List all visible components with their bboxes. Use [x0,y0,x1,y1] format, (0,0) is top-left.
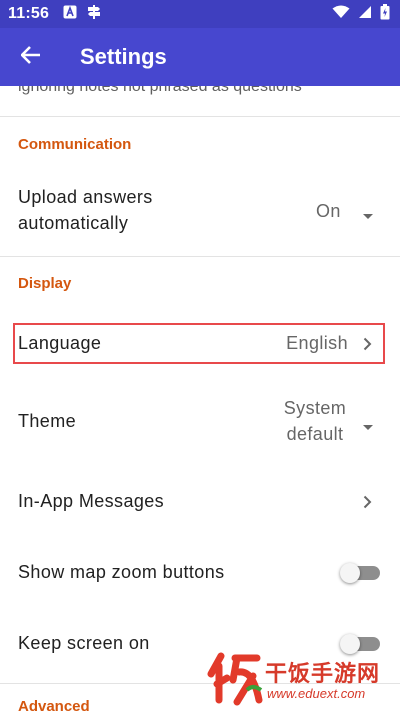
keep-screen-on-title: Keep screen on [18,633,150,653]
watermark-url: www.eduext.com [267,686,366,701]
in-app-messages-title: In-App Messages [18,491,165,511]
chevron-right-icon [363,495,372,514]
back-button[interactable] [2,28,60,86]
theme-value: System default [283,398,347,444]
highlight-box [13,323,385,364]
upload-answers-title: Upload answers automatically [18,187,153,233]
signpost-icon [87,4,101,25]
dropdown-arrow-icon [362,207,374,225]
clipped-setting-row: ignoring notes not phrased as questions [18,86,302,95]
settings-list[interactable]: ignoring notes not phrased as questions … [0,86,400,712]
map-zoom-buttons-title: Show map zoom buttons [18,562,225,582]
battery-icon [380,3,390,25]
watermark-logo-icon [207,650,263,711]
section-header-display: Display [18,275,72,292]
watermark-text: 干饭手游网 [265,662,381,687]
map-zoom-buttons-row[interactable]: Show map zoom buttons [0,554,400,592]
app-a-icon [63,5,77,24]
upload-answers-value: On [316,201,341,221]
section-header-advanced: Advanced [18,698,90,712]
status-time: 11:56 [8,5,50,22]
status-bar: 11:56 [0,0,400,28]
cellular-icon [358,5,372,24]
dropdown-arrow-icon [362,418,374,436]
upload-answers-row[interactable]: Upload answers automatically On [0,182,400,240]
watermark: 干饭手游网 www.eduext.com [207,650,392,708]
theme-title: Theme [18,411,77,431]
page-title: Settings [80,44,167,69]
wifi-icon [332,5,350,24]
map-zoom-buttons-toggle[interactable] [340,563,380,583]
in-app-messages-row[interactable]: In-App Messages [0,482,400,520]
arrow-back-icon [20,45,41,69]
toggle-thumb [340,563,360,583]
theme-row[interactable]: Theme System default [0,391,400,451]
divider [0,116,400,117]
divider [0,256,400,257]
section-header-communication: Communication [18,136,132,153]
app-bar: Settings [0,28,400,86]
